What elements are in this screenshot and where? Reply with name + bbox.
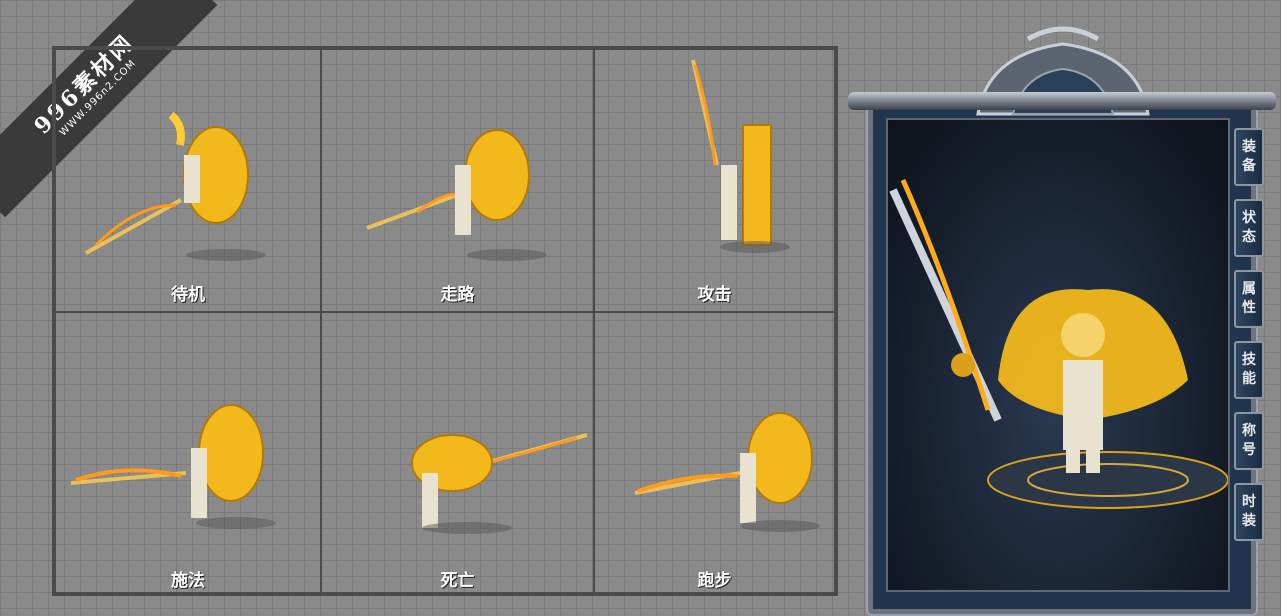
character-portrait	[886, 118, 1230, 592]
tab-title-label: 称 号	[1242, 423, 1256, 458]
tab-attributes-label: 属 性	[1242, 281, 1256, 316]
character-sprite-run	[634, 412, 820, 532]
panel-side-tabs: 装 备 状 态 属 性 技 能 称 号 时 装	[1234, 128, 1268, 554]
panel-top-bar	[848, 92, 1276, 110]
tab-skills-label: 技 能	[1242, 352, 1256, 387]
character-sprite-cast	[70, 404, 276, 529]
character-model	[889, 178, 1229, 509]
character-sprite-attack	[691, 59, 790, 253]
animation-label-idle: 待机	[171, 285, 205, 305]
tab-equip[interactable]: 装 备	[1234, 128, 1264, 186]
animation-cell-attack: 攻击	[593, 48, 836, 313]
tab-fashion[interactable]: 时 装	[1234, 483, 1264, 541]
character-sprite-death	[411, 433, 588, 534]
tab-skills[interactable]: 技 能	[1234, 341, 1264, 399]
animation-label-cast: 施法	[171, 571, 205, 591]
character-sprite-idle	[85, 111, 266, 261]
animation-label-death: 死亡	[440, 571, 475, 591]
animation-label-walk: 走路	[440, 285, 475, 305]
animation-cell-walk: 走路	[320, 48, 595, 313]
animation-cell-cast: 施法	[54, 311, 322, 594]
animation-cell-run: 跑步	[593, 311, 836, 594]
tab-status[interactable]: 状 态	[1234, 199, 1264, 257]
animation-sheet: 待机 走路 攻击 施法 死亡 跑步	[52, 46, 838, 596]
character-sprite-walk	[366, 129, 547, 261]
animation-cell-death: 死亡	[320, 311, 595, 594]
tab-attributes[interactable]: 属 性	[1234, 270, 1264, 328]
animation-label-run: 跑步	[697, 571, 732, 591]
tab-fashion-label: 时 装	[1242, 494, 1256, 529]
animation-cell-idle: 待机	[54, 48, 322, 313]
animation-label-attack: 攻击	[697, 285, 732, 305]
character-panel: 装 备 状 态 属 性 技 能 称 号 时 装	[848, 24, 1276, 614]
tab-title[interactable]: 称 号	[1234, 412, 1264, 470]
tab-equip-label: 装 备	[1242, 139, 1256, 174]
tab-status-label: 状 态	[1242, 210, 1256, 245]
